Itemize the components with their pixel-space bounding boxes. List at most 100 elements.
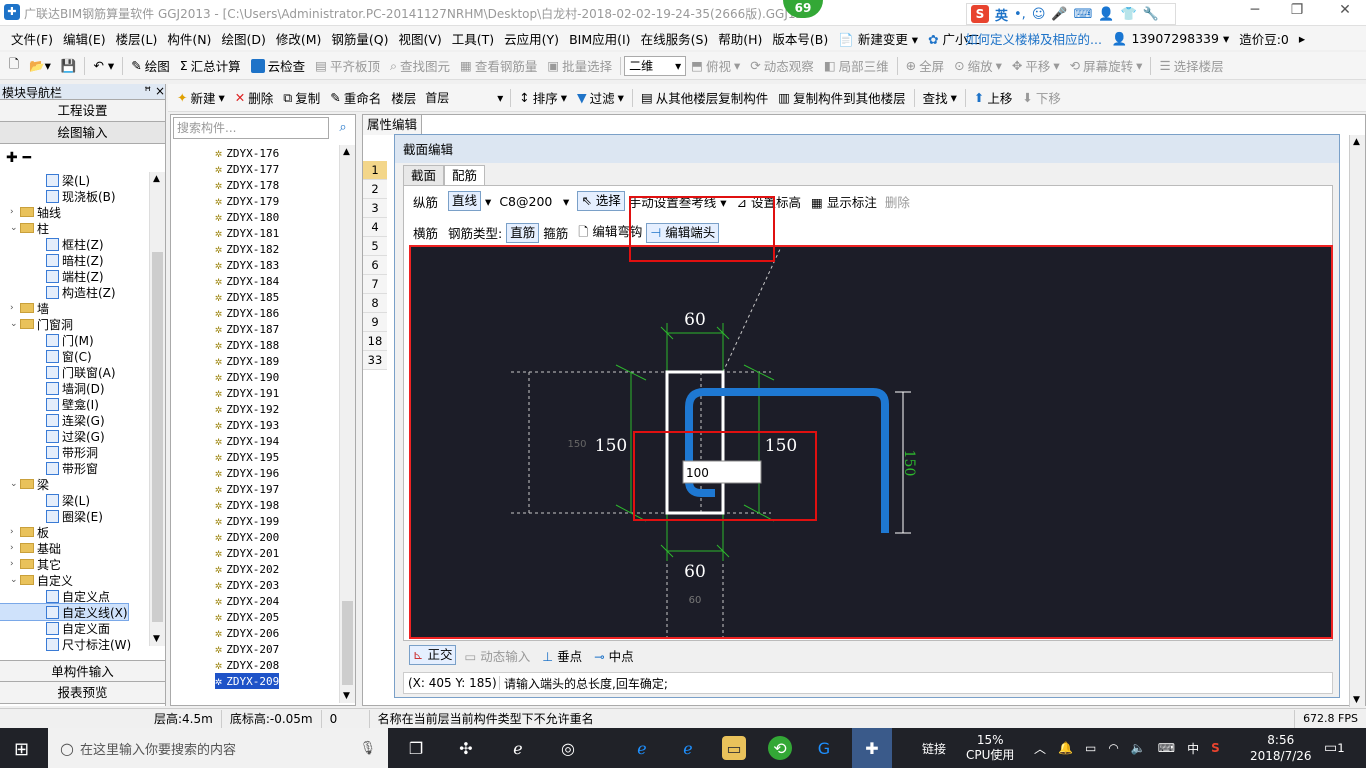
menu-component[interactable]: 构件(N): [162, 29, 216, 48]
component-list-item[interactable]: ✲ ZDYX-188: [215, 337, 279, 353]
cloud-check-button[interactable]: 云检查: [246, 56, 311, 75]
component-list-item[interactable]: ✲ ZDYX-184: [215, 273, 279, 289]
component-list-item[interactable]: ✲ ZDYX-202: [215, 561, 279, 577]
find-button[interactable]: 查找 ▾: [918, 88, 962, 107]
nav-tree-item[interactable]: 端柱(Z): [0, 268, 104, 284]
line-mode-button[interactable]: 直线: [448, 191, 482, 211]
dynamic-view-button[interactable]: ⟳ 动态观察: [745, 56, 819, 75]
menu-edit[interactable]: 编辑(E): [58, 29, 111, 48]
network-icon[interactable]: ▭: [1085, 741, 1096, 755]
component-list-item[interactable]: ✲ ZDYX-197: [215, 481, 279, 497]
midpoint-button[interactable]: ⊸ 中点: [594, 646, 633, 665]
component-list-item[interactable]: ✲ ZDYX-180: [215, 209, 279, 225]
save-icon[interactable]: 💾: [56, 58, 82, 74]
component-list-item[interactable]: ✲ ZDYX-208: [215, 657, 279, 673]
menu-online[interactable]: 在线服务(S): [636, 29, 714, 48]
menu-floor[interactable]: 楼层(L): [111, 29, 163, 48]
new-button[interactable]: ✦ 新建 ▾: [172, 88, 230, 107]
menu-bim[interactable]: BIM应用(I): [564, 29, 636, 48]
component-list-item[interactable]: ✲ ZDYX-204: [215, 593, 279, 609]
flush-slab-button[interactable]: ▤ 平齐板顶: [310, 56, 385, 75]
view-rebar-button[interactable]: ▦ 查看钢筋量: [455, 56, 542, 75]
pan-button[interactable]: ✥ 平移 ▾: [1007, 56, 1065, 75]
app-g-icon[interactable]: ◎: [556, 736, 580, 760]
component-list-item[interactable]: ✲ ZDYX-190: [215, 369, 279, 385]
tray-link[interactable]: 链接: [922, 728, 946, 768]
nav-tree-item[interactable]: ⌄ 门窗洞: [0, 316, 73, 332]
component-list-item[interactable]: ✲ ZDYX-187: [215, 321, 279, 337]
fullscreen-button[interactable]: ⊕ 全屏: [901, 56, 950, 75]
move-down-button[interactable]: ⬇ 下移: [1017, 88, 1066, 107]
nav-tree-item[interactable]: 壁龛(I): [0, 396, 99, 412]
component-list-item[interactable]: ✲ ZDYX-179: [215, 193, 279, 209]
microphone-icon[interactable]: 🎤: [1051, 7, 1067, 22]
dynamic-input-button[interactable]: ▭ 动态输入: [464, 646, 530, 665]
close-button[interactable]: ✕: [1330, 2, 1360, 22]
copy-to-floor-button[interactable]: ▥ 复制构件到其他楼层: [773, 88, 910, 107]
ggj-app-icon[interactable]: ✚: [852, 728, 892, 768]
component-scrollbar[interactable]: ▲ ▼: [339, 145, 355, 703]
nav-tree-item[interactable]: 构造柱(Z): [0, 284, 116, 300]
component-search-input[interactable]: 搜索构件...: [173, 117, 329, 139]
component-list-item[interactable]: ✲ ZDYX-191: [215, 385, 279, 401]
component-list-item[interactable]: ✲ ZDYX-198: [215, 497, 279, 513]
component-list-item[interactable]: ✲ ZDYX-195: [215, 449, 279, 465]
user-icon[interactable]: 👤: [1098, 7, 1114, 22]
glodon-g-icon[interactable]: G: [812, 736, 836, 760]
nav-tree-item[interactable]: › 墙: [0, 300, 49, 316]
chevron-down-icon[interactable]: ⌄: [10, 223, 20, 233]
tab-rebar[interactable]: 配筋: [444, 165, 486, 185]
chevron-right-icon[interactable]: ›: [10, 559, 20, 569]
wifi-icon[interactable]: ◠: [1108, 741, 1118, 755]
component-list-item[interactable]: ✲ ZDYX-176: [215, 145, 279, 161]
expand-collapse-icons[interactable]: ✚ ━: [0, 144, 165, 172]
straight-rebar-button[interactable]: 直筋: [506, 222, 540, 243]
chevron-right-icon[interactable]: ›: [10, 527, 20, 537]
restore-button[interactable]: ❐: [1282, 2, 1312, 22]
nav-tree-item[interactable]: 过梁(G): [0, 428, 105, 444]
ime-toolbar[interactable]: S 英 •, ☺ 🎤 ⌨ 👤 👕 🔧: [966, 3, 1176, 25]
component-scroll-thumb[interactable]: [342, 601, 353, 685]
menu-help[interactable]: 帮助(H): [713, 29, 767, 48]
keyboard-icon[interactable]: ⌨: [1158, 741, 1175, 755]
nav-tree-item[interactable]: ⌄ 自定义: [0, 572, 73, 588]
menu-cloud[interactable]: 云应用(Y): [499, 29, 564, 48]
browser-e-icon[interactable]: ℯ: [506, 736, 530, 760]
component-list-item[interactable]: ✲ ZDYX-185: [215, 289, 279, 305]
nav-tree-item[interactable]: › 基础: [0, 540, 61, 556]
chevron-right-icon[interactable]: ›: [10, 207, 20, 217]
nav-tree-item[interactable]: 窗(C): [0, 348, 92, 364]
chevron-right-icon[interactable]: ›: [10, 543, 20, 553]
component-list-item[interactable]: ✲ ZDYX-192: [215, 401, 279, 417]
wrench-icon[interactable]: 🔧: [1143, 7, 1159, 22]
show-dim-button[interactable]: ▦ 显示标注: [811, 192, 877, 211]
local-3d-button[interactable]: ◧ 局部三维: [819, 56, 894, 75]
component-list-item[interactable]: ✲ ZDYX-189: [215, 353, 279, 369]
sogou-tray-icon[interactable]: S: [1211, 741, 1220, 755]
nav-tree-item[interactable]: 连梁(G): [0, 412, 105, 428]
microphone-icon[interactable]: 🎙: [359, 741, 376, 756]
nav-tree-item[interactable]: 带形窗: [0, 460, 98, 476]
property-row-number[interactable]: 7: [363, 275, 387, 294]
menu-draw[interactable]: 绘图(D): [216, 29, 270, 48]
component-list-item[interactable]: ✲ ZDYX-199: [215, 513, 279, 529]
rebar-spec-select[interactable]: C8@200 ▾: [495, 191, 573, 211]
notification-bell-icon[interactable]: 🔔: [1058, 741, 1073, 755]
rename-button[interactable]: ✎ 重命名: [325, 88, 386, 107]
component-list-item[interactable]: ✲ ZDYX-209: [215, 673, 280, 689]
nav-tree-item[interactable]: › 其它: [0, 556, 61, 572]
filter-button[interactable]: ▼ 过滤 ▾: [572, 88, 629, 107]
account[interactable]: 👤 13907298339 ▾: [1112, 31, 1229, 47]
component-list-item[interactable]: ✲ ZDYX-181: [215, 225, 279, 241]
fan-app-icon[interactable]: ✣: [454, 736, 478, 760]
report-preview-button[interactable]: 报表预览: [0, 682, 165, 704]
ime-mode[interactable]: 英: [995, 5, 1008, 24]
menu-tools[interactable]: 工具(T): [447, 29, 499, 48]
nav-tree-item[interactable]: › 轴线: [0, 204, 61, 220]
windows-start-icon[interactable]: ⊞: [14, 739, 29, 760]
ime-indicator[interactable]: 中: [1187, 740, 1199, 757]
menu-rebar[interactable]: 钢筋量(Q): [326, 29, 393, 48]
nav-tree-item[interactable]: 暗柱(Z): [0, 252, 104, 268]
nav-tree-item[interactable]: 墙洞(D): [0, 380, 105, 396]
component-list-item[interactable]: ✲ ZDYX-201: [215, 545, 279, 561]
